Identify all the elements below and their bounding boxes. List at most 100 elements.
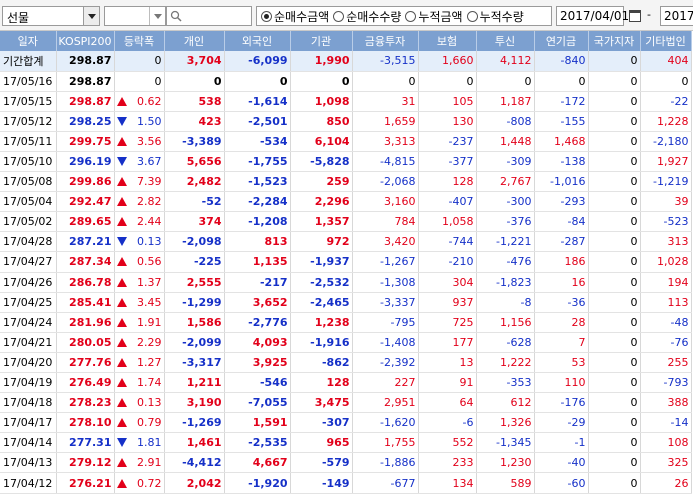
date-to-input[interactable]: 2017/ <box>660 6 693 26</box>
radio-option[interactable]: 누적금액 <box>405 8 463 25</box>
radio-unchecked-icon[interactable] <box>466 10 478 22</box>
value-cell: 0 <box>588 151 641 173</box>
radio-option[interactable]: 순매수금액 <box>261 8 329 25</box>
value-cell: 937 <box>418 292 477 313</box>
total-row[interactable]: 기간합계 298.87 0 3,704 -6,099 1,990 -3,515 1,660 4,… <box>0 51 692 72</box>
table-row[interactable]: 17/05/08 299.86 7.39 2,482 -1,523 259 -2,068 12… <box>0 171 692 193</box>
table-header-row: 일자 KOSPI200 등락폭 개인 외국인 기관 금융투자 보험 투신 연기금 국가지자 기타법인 <box>0 31 692 51</box>
kospi-cell: 279.12 <box>56 452 115 474</box>
column-header[interactable]: 기관 <box>290 31 353 51</box>
column-header[interactable]: 보험 <box>418 31 477 51</box>
triangle-up-icon <box>116 378 127 388</box>
chevron-down-icon[interactable] <box>83 7 99 25</box>
value-cell: -5,828 <box>290 151 353 173</box>
table-row[interactable]: 17/04/17 278.10 0.79 -1,269 1,591 -307 -1,620-… <box>0 412 692 434</box>
value-cell: -1,269 <box>164 412 225 434</box>
table-row[interactable]: 17/04/26 286.78 1.37 2,555 -217 -2,532 -1,308 3… <box>0 272 692 293</box>
change-value: 1.50 <box>137 114 162 128</box>
calendar-icon[interactable] <box>627 6 642 26</box>
change-wrap: 1.91 <box>116 316 162 329</box>
column-header[interactable]: 기타법인 <box>640 31 692 51</box>
table-row[interactable]: 17/05/10 296.19 3.67 5,656 -1,755 -5,828 -4,81… <box>0 151 692 173</box>
date-from-input[interactable]: 2017/04/01 <box>556 6 629 26</box>
table-row[interactable]: 17/04/20 277.76 1.27 -3,317 3,925 -862 -2,392 1… <box>0 352 692 374</box>
value-cell: 423 <box>164 111 225 132</box>
column-header[interactable]: 국가지자 <box>588 31 641 51</box>
value-cell: -2,099 <box>164 332 225 353</box>
value-cell: 3,420 <box>352 231 419 253</box>
radio-option[interactable]: 순매수수량 <box>333 8 401 25</box>
value-cell: 1,098 <box>290 91 353 112</box>
value-cell: 3,190 <box>164 392 225 414</box>
value-cell: -793 <box>640 372 692 394</box>
sub-select[interactable] <box>104 6 166 26</box>
value-cell: 0 <box>588 292 641 313</box>
value-cell: -1,620 <box>352 412 419 434</box>
table-row[interactable]: 17/04/19 276.49 1.74 1,211 -546 128 227 91 -353 1… <box>0 372 692 394</box>
value-cell: 0 <box>588 211 641 233</box>
value-cell: 388 <box>640 392 692 414</box>
value-cell: 1,586 <box>164 312 225 333</box>
radio-unchecked-icon[interactable] <box>333 10 345 22</box>
column-header[interactable]: 금융투자 <box>352 31 419 51</box>
column-header[interactable]: 외국인 <box>224 31 291 51</box>
search-icon[interactable] <box>170 10 182 22</box>
value-cell: 325 <box>640 452 692 474</box>
table-row[interactable]: 17/05/12 298.25 1.50 423 -2,501 850 1,659 130 -8… <box>0 111 692 132</box>
column-header[interactable]: 투신 <box>476 31 535 51</box>
radio-option[interactable]: 누적수량 <box>466 8 524 25</box>
value-cell: -2,098 <box>164 231 225 253</box>
value-cell: 1,326 <box>476 412 535 434</box>
radio-unchecked-icon[interactable] <box>405 10 417 22</box>
instrument-select[interactable]: 선물 <box>2 6 100 26</box>
value-cell: 1,660 <box>418 51 477 72</box>
value-cell: -3,389 <box>164 131 225 152</box>
value-cell: 850 <box>290 111 353 132</box>
table-row[interactable]: 17/05/16 298.87 0 0 0 0 0 0 0 0 0 0 <box>0 71 692 92</box>
chevron-down-icon[interactable] <box>149 7 165 25</box>
table-row[interactable]: 17/04/14 277.31 1.81 1,461 -2,535 965 1,755 552… <box>0 432 692 454</box>
table-row[interactable]: 17/04/25 285.41 3.45 -1,299 3,652 -2,465 -3,33… <box>0 292 692 313</box>
table-row[interactable]: 17/04/27 287.34 0.56 -225 1,135 -1,937 -1,267-… <box>0 251 692 273</box>
change-wrap: 2.44 <box>116 215 162 228</box>
column-header[interactable]: 개인 <box>164 31 225 51</box>
table-row[interactable]: 17/05/11 299.75 3.56 -3,389 -534 6,104 3,313 -2… <box>0 131 692 152</box>
change-cell: 1.74 <box>114 372 165 394</box>
kospi-cell: 287.34 <box>56 251 115 273</box>
column-header[interactable]: 연기금 <box>534 31 589 51</box>
change-value: 0 <box>154 74 162 88</box>
value-cell: 313 <box>640 231 692 253</box>
value-cell: 1,222 <box>476 352 535 374</box>
kospi-cell: 281.96 <box>56 312 115 333</box>
value-cell: 304 <box>418 272 477 293</box>
value-cell: -22 <box>640 91 692 112</box>
value-cell: 0 <box>476 71 535 92</box>
table-row[interactable]: 17/05/04 292.47 2.82 -52 -2,284 2,296 3,160 -40… <box>0 191 692 213</box>
table-row[interactable]: 17/04/21 280.05 2.29 -2,099 4,093 -1,916 -1,40… <box>0 332 692 353</box>
triangle-up-icon <box>116 297 127 307</box>
value-cell: 1,187 <box>476 91 535 112</box>
column-header[interactable]: KOSPI200 <box>56 31 115 51</box>
value-cell: -2,776 <box>224 312 291 333</box>
value-cell: -225 <box>164 251 225 273</box>
table-row[interactable]: 17/04/24 281.96 1.91 1,586 -2,776 1,238 -795 72… <box>0 312 692 333</box>
value-cell: 1,591 <box>224 412 291 434</box>
search-field[interactable] <box>166 6 252 26</box>
column-header[interactable]: 일자 <box>0 31 57 51</box>
value-cell: 194 <box>640 272 692 293</box>
value-cell: 0 <box>588 392 641 414</box>
table-row[interactable]: 17/05/15 298.87 0.62 538 -1,614 1,098 31 105 1,1… <box>0 91 692 112</box>
radio-checked-icon[interactable] <box>261 10 272 22</box>
table-row[interactable]: 17/04/18 278.23 0.13 3,190 -7,055 3,475 2,951 6… <box>0 392 692 414</box>
date-cell: 17/04/13 <box>0 452 57 474</box>
table-row[interactable]: 17/04/12 276.21 0.72 2,042 -1,920 -149 -677 134… <box>0 472 692 494</box>
column-header[interactable]: 등락폭 <box>114 31 165 51</box>
value-cell: 538 <box>164 91 225 112</box>
radio-label: 순매수수량 <box>346 9 402 24</box>
table-row[interactable]: 17/04/13 279.12 2.91 -4,412 4,667 -579 -1,886 2… <box>0 452 692 474</box>
value-cell: -176 <box>534 392 589 414</box>
table-row[interactable]: 17/04/28 287.21 0.13 -2,098 813 972 3,420 -744-… <box>0 231 692 253</box>
value-cell: 130 <box>418 111 477 132</box>
table-row[interactable]: 17/05/02 289.65 2.44 374 -1,208 1,357 784 1,058… <box>0 211 692 233</box>
change-cell: 7.39 <box>114 171 165 193</box>
